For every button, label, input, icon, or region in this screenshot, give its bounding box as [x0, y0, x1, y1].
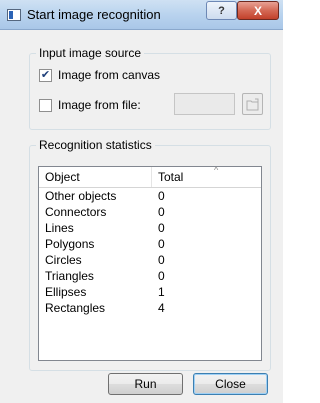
browse-file-button[interactable]	[242, 93, 263, 115]
cell-total: 0	[158, 253, 165, 267]
input-source-group: Input image source ✔ Image from canvas I…	[29, 46, 271, 130]
cell-object: Lines	[45, 221, 74, 235]
image-from-file-checkbox[interactable]	[39, 98, 52, 112]
run-button[interactable]: Run	[108, 373, 183, 395]
cell-total: 4	[158, 301, 165, 315]
input-source-legend: Input image source	[36, 46, 145, 60]
cell-total: 0	[158, 237, 165, 251]
window-close-button[interactable]: X	[237, 1, 279, 20]
sort-ascending-icon: ^	[214, 165, 219, 175]
close-button[interactable]: Close	[193, 373, 268, 395]
open-folder-icon	[246, 98, 258, 110]
column-header-object[interactable]: Object	[39, 167, 152, 187]
cell-object: Other objects	[45, 189, 117, 203]
title-bar[interactable]: Start image recognition ? X	[0, 0, 283, 30]
table-row[interactable]: Circles 0	[39, 252, 261, 268]
help-button[interactable]: ?	[206, 1, 237, 20]
column-header-total[interactable]: Total	[152, 167, 261, 187]
close-icon: X	[253, 3, 262, 18]
column-header-total-label: Total	[158, 170, 184, 184]
cell-total: 0	[158, 221, 165, 235]
cell-total: 0	[158, 189, 165, 203]
window-title: Start image recognition	[27, 7, 161, 22]
table-row[interactable]: Connectors 0	[39, 204, 261, 220]
cell-total: 1	[158, 285, 165, 299]
table-row[interactable]: Other objects 0	[39, 188, 261, 204]
image-from-file-option[interactable]: Image from file:	[39, 98, 141, 112]
statistics-legend: Recognition statistics	[36, 138, 155, 152]
cell-object: Triangles	[45, 269, 94, 283]
checkmark-icon: ✔	[40, 68, 51, 81]
dialog-window: Start image recognition ? X Input image …	[0, 0, 283, 403]
image-from-file-label: Image from file:	[58, 98, 141, 112]
cell-object: Ellipses	[45, 285, 87, 299]
cell-object: Circles	[45, 253, 82, 267]
help-icon: ?	[218, 4, 225, 17]
table-row[interactable]: Triangles 0	[39, 268, 261, 284]
cell-object: Polygons	[45, 237, 95, 251]
table-row[interactable]: Lines 0	[39, 220, 261, 236]
statistics-table[interactable]: Object Total ^ Other objects 0 Connector…	[38, 165, 262, 361]
cell-total: 0	[158, 205, 165, 219]
table-row[interactable]: Ellipses 1	[39, 284, 261, 300]
table-header: Object Total ^	[39, 165, 261, 188]
cell-object: Rectangles	[45, 301, 106, 315]
cell-object: Connectors	[45, 205, 107, 219]
app-icon	[7, 9, 21, 21]
image-from-canvas-option[interactable]: ✔ Image from canvas	[39, 68, 160, 82]
table-row[interactable]: Rectangles 4	[39, 300, 261, 316]
table-row[interactable]: Polygons 0	[39, 236, 261, 252]
cell-total: 0	[158, 269, 165, 283]
image-from-canvas-checkbox[interactable]: ✔	[39, 68, 52, 82]
file-path-input[interactable]	[174, 93, 235, 115]
image-from-canvas-label: Image from canvas	[58, 68, 161, 82]
